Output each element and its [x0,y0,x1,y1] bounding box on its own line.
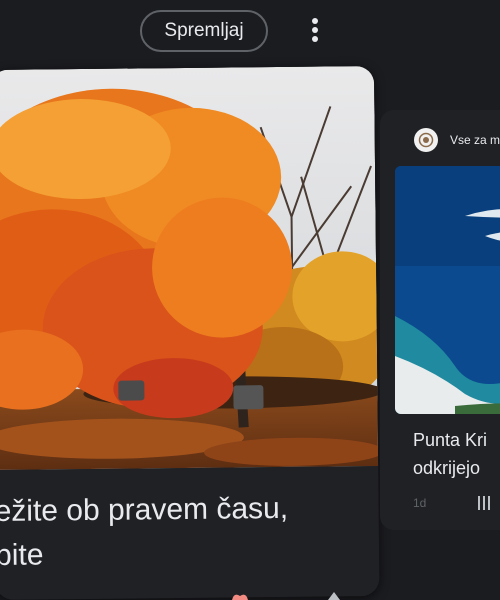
top-bar: Spremljaj [0,0,500,64]
autumn-tree-image [0,65,379,470]
bars-icon[interactable] [478,496,490,510]
more-options-icon[interactable] [300,14,330,46]
news-card-side[interactable]: Vse za m Punta Kri odkrijejo 1d [380,110,500,530]
reaction-icons-peek [232,592,340,600]
coastline-image [395,166,500,414]
follow-button[interactable]: Spremljaj [140,10,268,52]
source-name: Vse za m [450,133,500,147]
source-row: Vse za m [414,126,500,154]
news-card-main[interactable]: ežite ob pravem času, pite [0,65,380,600]
main-card-headline[interactable]: ežite ob pravem času, pite [0,486,380,578]
side-card-title[interactable]: Punta Kri odkrijejo [413,426,500,482]
article-age: 1d [413,496,427,510]
source-logo-icon [414,128,438,152]
